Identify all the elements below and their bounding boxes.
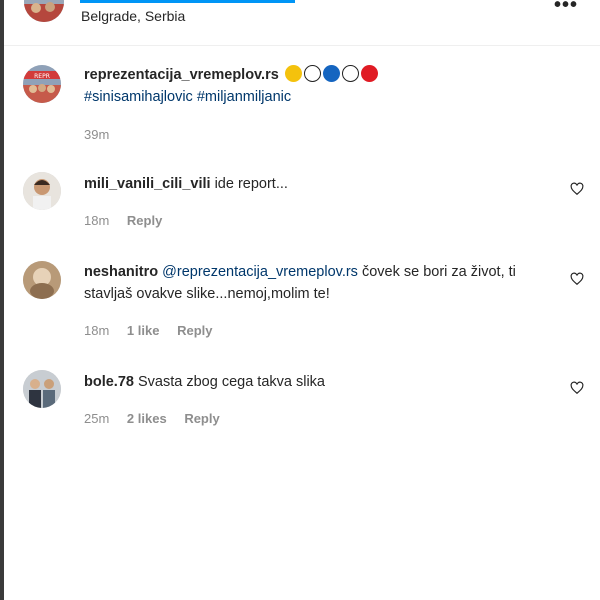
red-circle-emoji-icon (360, 65, 378, 82)
post-location[interactable]: Belgrade, Serbia (81, 8, 185, 24)
comment-username[interactable]: mili_vanili_cili_vili (84, 176, 211, 192)
likes-count[interactable]: 1 like (127, 323, 160, 338)
post-author-username[interactable] (80, 0, 295, 3)
comment-text: ide report... (214, 176, 288, 192)
window-edge (0, 0, 4, 600)
caption-meta: 39m (84, 127, 123, 142)
comment-meta: 25m 2 likes Reply (84, 411, 234, 426)
avatar-image-icon (23, 370, 61, 408)
post-header: Belgrade, Serbia ••• (4, 0, 600, 46)
caption-emojis (283, 65, 378, 83)
reply-button[interactable]: Reply (177, 323, 212, 338)
avatar-image-icon (23, 261, 61, 299)
comment-meta: 18m Reply (84, 213, 176, 228)
commenter-avatar[interactable] (23, 172, 61, 210)
comment-time[interactable]: 25m (84, 411, 109, 426)
like-heart-icon[interactable] (570, 381, 584, 395)
svg-text:REPR: REPR (34, 73, 50, 80)
commenter-avatar[interactable] (23, 370, 61, 408)
white-circle-emoji-icon (341, 65, 359, 82)
hashtag-link[interactable]: #sinisamihajlovic (84, 89, 193, 105)
comment-meta: 18m 1 like Reply (84, 323, 226, 338)
caption-username[interactable]: reprezentacija_vremeplov.rs (84, 67, 279, 83)
comment-text: Svasta zbog cega takva slika (138, 374, 325, 390)
commenter-avatar[interactable] (23, 261, 61, 299)
comment-username[interactable]: neshanitro (84, 264, 158, 280)
avatar-image-icon: REPR (23, 65, 61, 103)
likes-count[interactable]: 2 likes (127, 411, 167, 426)
caption-time[interactable]: 39m (84, 127, 109, 142)
reply-button[interactable]: Reply (184, 411, 219, 426)
like-heart-icon[interactable] (570, 182, 584, 196)
mention-link[interactable]: @reprezentacija_vremeplov.rs (162, 264, 358, 280)
comment-time[interactable]: 18m (84, 323, 109, 338)
avatar-image-icon (23, 172, 61, 210)
more-options-icon[interactable]: ••• (554, 0, 578, 17)
soccer-ball-emoji-icon (303, 65, 321, 82)
reply-button[interactable]: Reply (127, 213, 162, 228)
comment-username[interactable]: bole.78 (84, 374, 134, 390)
comment-time[interactable]: 18m (84, 213, 109, 228)
like-heart-icon[interactable] (570, 272, 584, 286)
post-author-avatar[interactable] (24, 0, 64, 22)
smile-emoji-icon (284, 65, 302, 82)
hashtag-link[interactable]: #miljanmiljanic (197, 89, 291, 105)
avatar-image-icon (24, 0, 64, 22)
blue-circle-emoji-icon (322, 65, 340, 82)
caption-author-avatar[interactable]: REPR (23, 65, 61, 103)
